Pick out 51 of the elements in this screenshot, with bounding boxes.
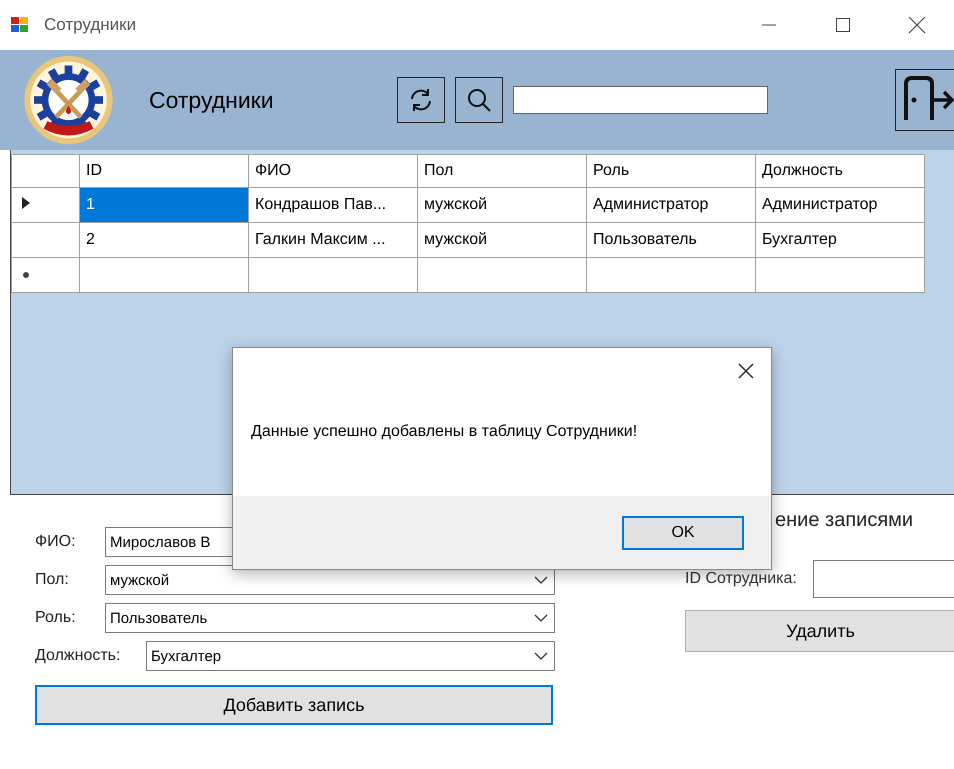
- current-row-icon: [22, 197, 30, 209]
- table-cell[interactable]: мужской: [418, 188, 586, 222]
- delete-button[interactable]: Удалить: [685, 610, 954, 652]
- table-cell[interactable]: 1: [80, 188, 248, 222]
- app-icon: [10, 15, 30, 35]
- row-header[interactable]: [12, 222, 80, 258]
- field-label: Должность:: [35, 647, 122, 665]
- column-header[interactable]: Пол: [418, 154, 586, 188]
- table-cell[interactable]: мужской: [418, 222, 586, 258]
- column-header[interactable]: Должность: [756, 154, 924, 188]
- input-field[interactable]: [812, 560, 954, 598]
- table-cell[interactable]: Кондрашов Пав...: [248, 188, 418, 222]
- table-cell[interactable]: Пользователь: [586, 222, 756, 258]
- table-cell[interactable]: [248, 258, 418, 292]
- field-label: Роль:: [35, 609, 77, 627]
- field-label: ФИО:: [35, 533, 77, 551]
- close-icon: [908, 16, 926, 34]
- dropdown-field[interactable]: Пользователь: [105, 603, 555, 633]
- row-header[interactable]: [12, 258, 80, 292]
- add-record-button[interactable]: Добавить запись: [35, 685, 553, 725]
- table-cell[interactable]: [756, 258, 924, 292]
- column-header[interactable]: ID: [80, 154, 248, 188]
- table-cell[interactable]: Администратор: [586, 188, 756, 222]
- corner-header: [12, 154, 80, 188]
- field-label: Пол:: [35, 571, 70, 589]
- maximize-icon: [835, 17, 851, 33]
- logo-icon: [22, 54, 115, 146]
- table-cell[interactable]: [418, 258, 586, 292]
- column-header[interactable]: Роль: [586, 154, 756, 188]
- row-header[interactable]: [12, 188, 80, 222]
- table-cell[interactable]: [586, 258, 756, 292]
- column-header[interactable]: ФИО: [248, 154, 418, 188]
- table-cell[interactable]: Администратор: [756, 188, 924, 222]
- ok-button[interactable]: OK: [622, 516, 744, 550]
- refresh-button[interactable]: [397, 77, 445, 123]
- table-cell[interactable]: Галкин Максим ...: [248, 222, 418, 258]
- page-title: Сотрудники: [149, 86, 275, 114]
- window-title: Сотрудники: [44, 15, 136, 35]
- minimize-icon: [761, 24, 777, 26]
- search-icon: [465, 86, 493, 114]
- section-heading: ение записями: [775, 509, 914, 532]
- dialog-message: Данные успешно добавлены в таблицу Сотрудники!: [251, 423, 638, 442]
- dropdown-field[interactable]: Бухгалтер: [146, 641, 555, 671]
- field-label: ID Сотрудника:: [685, 570, 797, 588]
- search-button[interactable]: [455, 77, 503, 123]
- table-cell[interactable]: Бухгалтер: [756, 222, 924, 258]
- exit-button[interactable]: [895, 69, 954, 131]
- table-cell[interactable]: 2: [80, 222, 248, 258]
- search-field[interactable]: [513, 86, 768, 114]
- table-cell[interactable]: [80, 258, 248, 292]
- new-row-icon: [22, 271, 30, 279]
